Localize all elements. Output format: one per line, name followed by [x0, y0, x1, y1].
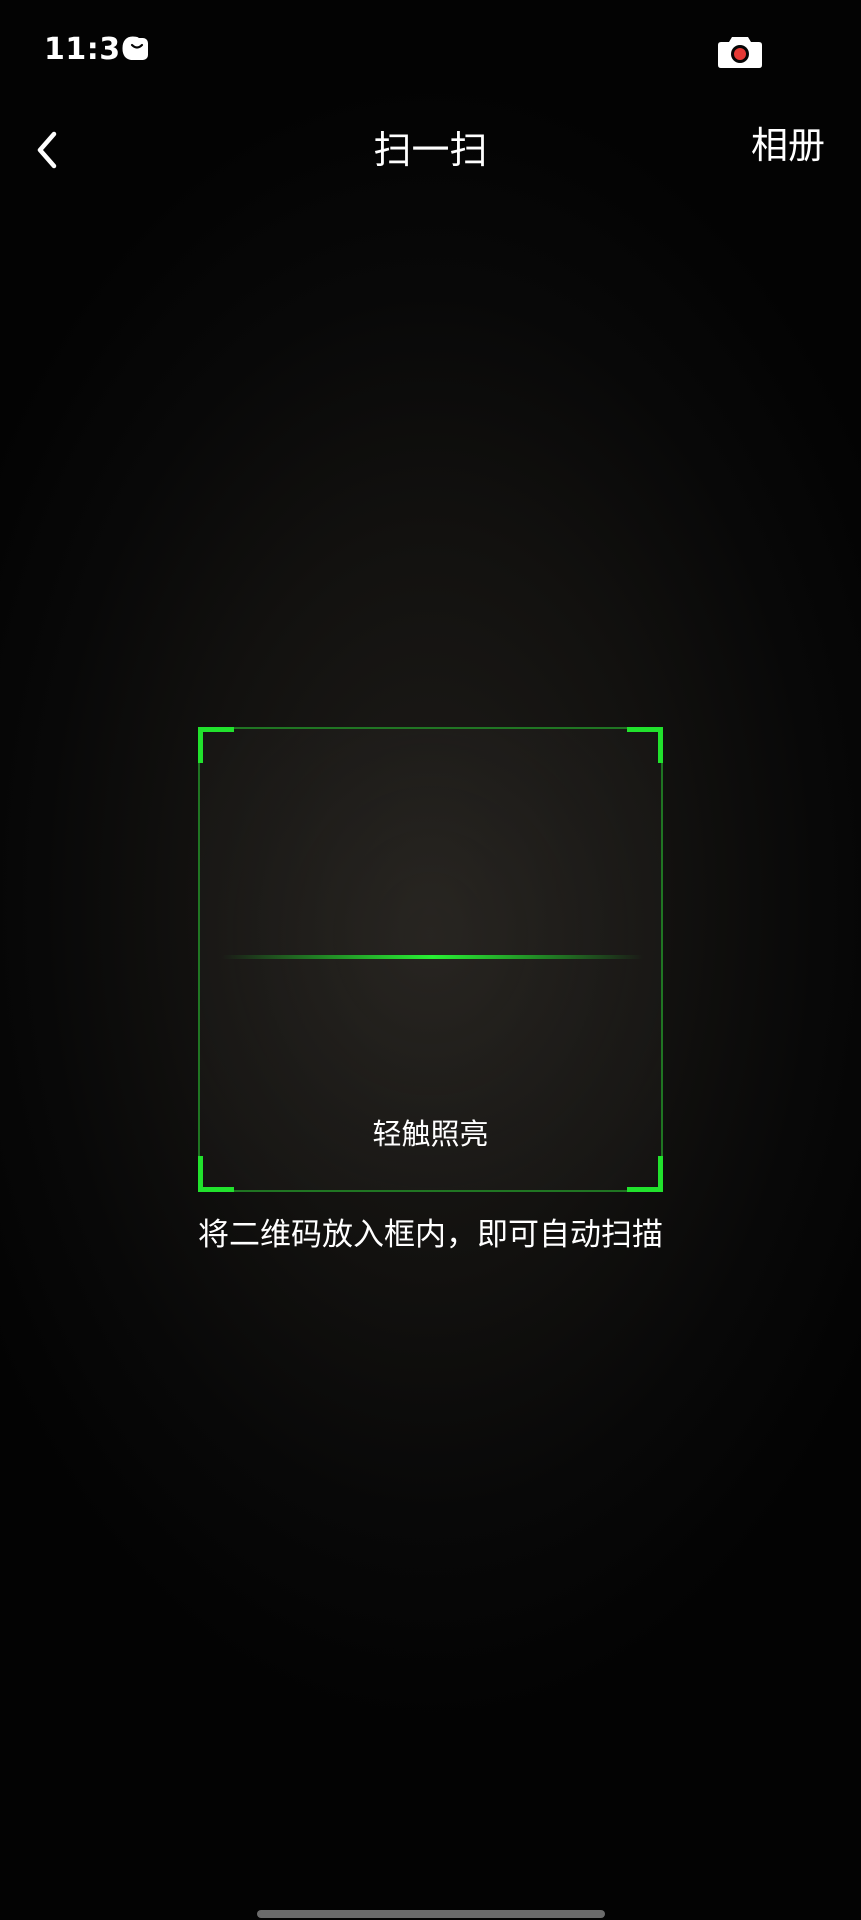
camera-recording-icon — [717, 33, 763, 69]
torch-toggle-button[interactable]: 轻触照亮 — [200, 1114, 661, 1154]
album-button[interactable]: 相册 — [751, 118, 825, 174]
scan-hint: 将二维码放入框内，即可自动扫描 — [198, 1217, 663, 1253]
scan-frame-corner-top-right — [627, 727, 663, 763]
status-bar: 11:36 — [0, 0, 861, 100]
notification-bag-icon — [126, 38, 148, 60]
scan-frame: 轻触照亮 — [198, 727, 663, 1192]
scan-line — [222, 955, 643, 959]
back-button[interactable] — [24, 120, 84, 180]
scan-frame-corner-bottom-right — [627, 1156, 663, 1192]
scan-screen: 11:36 扫一扫 相册 轻触照亮 将二维码放入框内，即可自动扫描 — [0, 0, 861, 1920]
scan-frame-corner-bottom-left — [198, 1156, 234, 1192]
chevron-left-icon — [37, 131, 57, 169]
page-title: 扫一扫 — [373, 128, 488, 172]
scan-frame-corner-top-left — [198, 727, 234, 763]
home-indicator[interactable] — [257, 1910, 605, 1918]
header: 扫一扫 相册 — [0, 100, 861, 200]
